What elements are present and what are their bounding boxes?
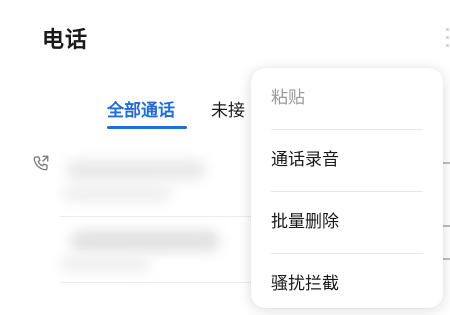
context-menu: 粘贴 通话录音 批量删除 骚扰拦截 — [251, 68, 443, 308]
call-log-row[interactable] — [60, 150, 260, 212]
tab-all-calls[interactable]: 全部通话 — [107, 96, 175, 121]
menu-item-paste: 粘贴 — [271, 88, 305, 108]
menu-item-harassment-block[interactable]: 骚扰拦截 — [271, 254, 423, 315]
menu-item-call-recording[interactable]: 通话录音 — [271, 130, 423, 191]
blurred-contact-name — [66, 160, 206, 180]
blurred-call-details — [62, 184, 172, 202]
outgoing-call-icon — [33, 155, 49, 171]
tab-indicator — [107, 126, 187, 129]
page-title: 电话 — [42, 28, 89, 53]
more-vertical-icon[interactable] — [444, 26, 450, 50]
blurred-contact-name — [70, 230, 220, 252]
tab-missed[interactable]: 未接 — [211, 96, 245, 121]
menu-item-batch-delete[interactable]: 批量删除 — [271, 192, 423, 253]
blurred-call-details — [60, 256, 150, 272]
call-log-row[interactable] — [60, 222, 260, 280]
